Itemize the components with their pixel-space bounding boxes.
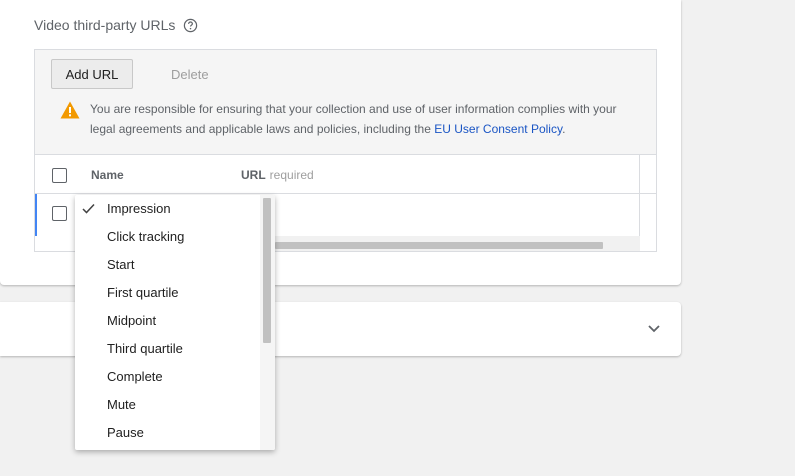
row-checkbox[interactable] [52, 206, 67, 221]
add-url-button[interactable]: Add URL [51, 59, 133, 89]
chevron-down-icon[interactable] [647, 324, 661, 334]
horizontal-scrollbar-thumb[interactable] [275, 242, 603, 249]
menu-item-click-tracking[interactable]: Click tracking [75, 223, 260, 251]
menu-item-third-quartile[interactable]: Third quartile [75, 335, 260, 363]
menu-item-label: First quartile [107, 285, 179, 300]
required-hint: required [269, 168, 314, 182]
menu-item-start[interactable]: Start [75, 251, 260, 279]
menu-item-label: Complete [107, 369, 163, 384]
menu-item-mute[interactable]: Mute [75, 391, 260, 419]
check-icon [82, 203, 95, 214]
menu-item-label: Start [107, 257, 135, 272]
menu-item-pause[interactable]: Pause [75, 419, 260, 447]
dropdown-scrollbar[interactable] [260, 195, 275, 450]
menu-item-first-quartile[interactable]: First quartile [75, 279, 260, 307]
menu-item-midpoint[interactable]: Midpoint [75, 307, 260, 335]
toolbar: Add URL Delete You are responsible for e… [35, 50, 656, 154]
column-header-name[interactable]: Name [91, 168, 124, 182]
policy-warning: You are responsible for ensuring that yo… [90, 99, 640, 139]
section-title-text: Video third-party URLs [34, 17, 176, 33]
menu-item-complete[interactable]: Complete [75, 363, 260, 391]
menu-item-label: Pause [107, 425, 144, 440]
dropdown-scrollbar-thumb[interactable] [263, 198, 271, 343]
menu-item-label: Mute [107, 397, 136, 412]
event-type-dropdown[interactable]: Impression Click tracking Start First qu… [75, 195, 275, 450]
warning-icon [60, 101, 80, 119]
select-all-checkbox[interactable] [52, 168, 67, 183]
help-circle-icon[interactable] [183, 18, 198, 33]
eu-consent-policy-link[interactable]: EU User Consent Policy [434, 122, 562, 136]
menu-item-label: Impression [107, 201, 171, 216]
delete-button[interactable]: Delete [163, 59, 217, 89]
section-title: Video third-party URLs [34, 17, 198, 33]
menu-item-impression[interactable]: Impression [75, 195, 260, 223]
column-header-url[interactable]: URL required [241, 168, 314, 182]
menu-item-label: Midpoint [107, 313, 157, 328]
menu-item-label: Third quartile [107, 341, 183, 356]
warning-suffix: . [562, 122, 566, 136]
row-focus-indicator [35, 194, 37, 236]
table-header-row: Name URL required [35, 154, 656, 194]
column-header-url-label: URL [241, 168, 266, 182]
menu-item-label: Click tracking [107, 229, 185, 244]
